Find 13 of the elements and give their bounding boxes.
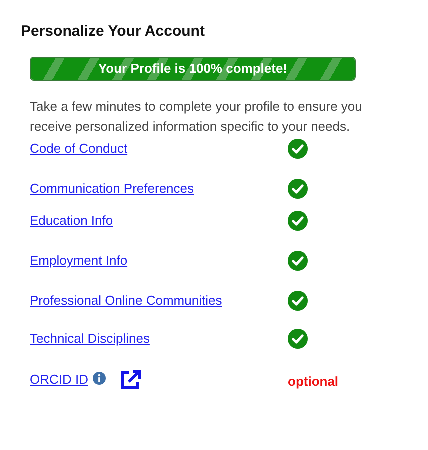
info-icon[interactable]	[92, 372, 106, 384]
profile-link[interactable]: ORCID ID	[30, 370, 88, 390]
profile-link[interactable]: Communication Preferences	[30, 179, 194, 199]
progress-label: Your Profile is 100% complete!	[97, 60, 289, 78]
page-title: Personalize Your Account	[21, 22, 206, 42]
intro-text: Take a few minutes to complete your profile to ensure you receive personalized information specific to your needs.	[30, 98, 364, 136]
profile-link[interactable]: Professional Online Communities	[30, 291, 222, 311]
external-link-icon[interactable]	[120, 370, 142, 390]
optional-label: optional	[288, 373, 339, 391]
profile-link[interactable]: Education Info	[30, 211, 114, 231]
profile-link[interactable]: Employment Info	[30, 251, 128, 271]
profile-link[interactable]: Code of Conduct	[30, 139, 128, 159]
profile-link[interactable]: Technical Disciplines	[30, 329, 150, 349]
